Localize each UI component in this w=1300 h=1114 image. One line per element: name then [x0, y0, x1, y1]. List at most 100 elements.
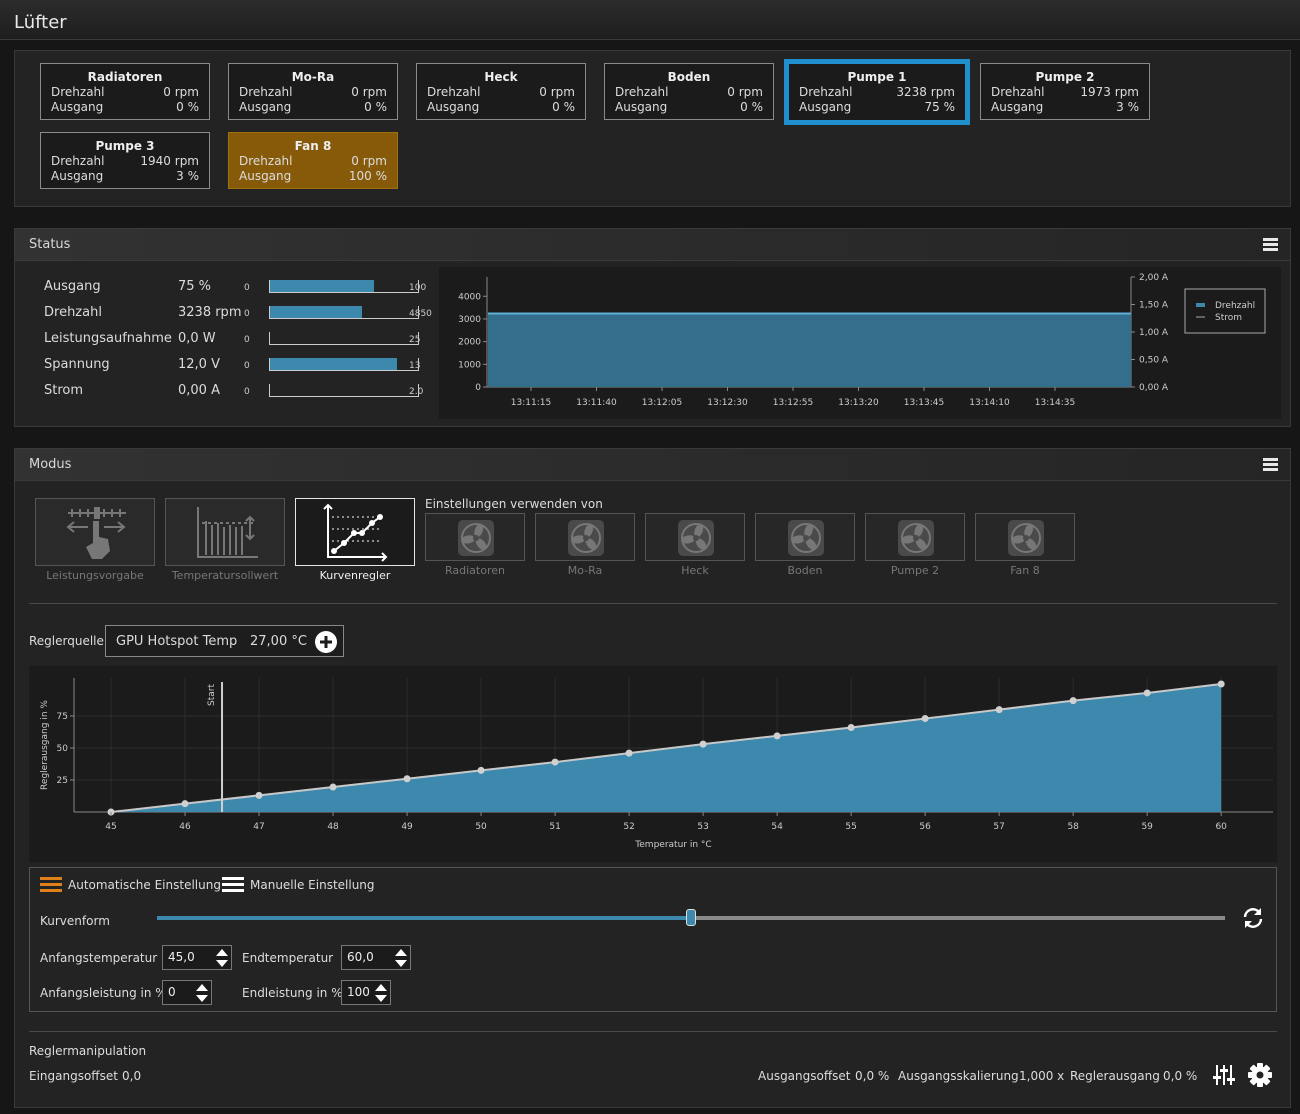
fan-name: Fan 8 [294, 139, 332, 153]
status-label: Ausgang [44, 279, 101, 294]
status-bar [269, 306, 419, 319]
end-power-input[interactable] [347, 985, 371, 999]
curve-point[interactable] [921, 715, 929, 723]
y2-tick-label: 2,00 A [1139, 273, 1169, 283]
settings-source-boden[interactable] [755, 513, 855, 561]
status-title: Status [29, 237, 71, 252]
curve-point[interactable] [995, 706, 1003, 714]
out-offset-label: Ausgangsoffset [758, 1069, 851, 1083]
fan-tile-pumpe-1[interactable]: Pumpe 1 Drehzahl 3238 rpm Ausgang 75 % [784, 59, 970, 125]
out-scale-value: 1,000 x [1019, 1069, 1065, 1083]
kurvenform-slider-thumb[interactable] [686, 909, 696, 926]
modus-menu-icon[interactable] [1263, 458, 1278, 471]
speed-value: 0 rpm [351, 154, 387, 168]
curve-point[interactable] [181, 800, 189, 808]
status-value: 12,0 V [178, 357, 220, 372]
curve-point[interactable] [699, 740, 707, 748]
curve-point[interactable] [255, 791, 263, 799]
curve-point[interactable] [1069, 697, 1077, 705]
fan-name: Radiatoren [87, 70, 163, 84]
curve-point[interactable] [773, 732, 781, 740]
end-power-spinbox[interactable] [341, 980, 391, 1005]
window-title: Lüfter [14, 12, 67, 33]
mode-kurvenregler-button[interactable] [295, 498, 415, 566]
curve-point[interactable] [847, 724, 855, 732]
gear-icon[interactable] [1247, 1062, 1273, 1088]
start-power-spinbox[interactable] [162, 980, 212, 1005]
status-bar-fill [270, 358, 398, 370]
manual-settings-tab[interactable]: Manuelle Einstellung [250, 878, 375, 892]
regler-source-label: Reglerquelle [29, 634, 104, 648]
mode-temperatursollwert-button[interactable] [165, 498, 285, 566]
end-temp-spinbox[interactable] [341, 945, 411, 970]
fan-tile-fan-8[interactable]: Fan 8 Drehzahl 0 rpm Ausgang 100 % [228, 132, 398, 189]
settings-source-heck[interactable] [645, 513, 745, 561]
status-bar [269, 384, 419, 397]
output-label: Ausgang [51, 100, 104, 114]
end-temp-input[interactable] [347, 950, 387, 964]
start-temp-spinbox[interactable] [162, 945, 232, 970]
spin-arrows-icon[interactable] [395, 948, 407, 968]
mode-leistungsvorgabe-button[interactable] [35, 498, 155, 566]
output-label: Ausgang [615, 100, 668, 114]
curve-point[interactable] [403, 775, 411, 783]
settings-source-fan-8[interactable] [975, 513, 1075, 561]
curve-chart-svg: 45 46 47 48 49 50 51 52 53 54 55 56 57 58 59 60 75 50 25 Te… [40, 678, 1273, 850]
regler-source-selector[interactable]: GPU Hotspot Temp 27,00 °C [105, 625, 344, 657]
sliders-icon[interactable] [1212, 1063, 1236, 1087]
speed-value: 0 rpm [163, 85, 199, 99]
start-power-input[interactable] [168, 985, 192, 999]
fan-tile-heck[interactable]: Heck Drehzahl 0 rpm Ausgang 0 % [416, 63, 586, 120]
status-label: Strom [44, 383, 84, 398]
spin-arrows-icon[interactable] [196, 983, 208, 1003]
x-tick-label: 13:12:05 [642, 398, 682, 408]
end-power-label: Endleistung in % [242, 986, 343, 1000]
fan-tile-pumpe-3[interactable]: Pumpe 3 Drehzahl 1940 rpm Ausgang 3 % [40, 132, 210, 189]
speed-label: Drehzahl [239, 85, 293, 99]
curve-point[interactable] [551, 758, 559, 766]
settings-source-label: Radiatoren [445, 564, 505, 577]
y-tick-label: 25 [57, 776, 68, 786]
bar-min: 0 [244, 283, 250, 293]
y2-tick-label: 0,50 A [1139, 356, 1169, 366]
speed-value: 3238 rpm [896, 85, 955, 99]
curve-chart: 45 46 47 48 49 50 51 52 53 54 55 56 57 58 59 60 75 50 25 Te… [29, 666, 1277, 862]
spin-arrows-icon[interactable] [375, 983, 387, 1003]
y-tick-label: 0 [475, 383, 481, 393]
in-offset-value: 0,0 [122, 1069, 142, 1083]
fan-name: Pumpe 2 [1035, 70, 1095, 84]
settings-source-mo-ra[interactable] [535, 513, 635, 561]
fan-tile-pumpe-2[interactable]: Pumpe 2 Drehzahl 1973 rpm Ausgang 3 % [980, 63, 1150, 120]
status-value: 3238 rpm [178, 305, 242, 320]
curve-point[interactable] [625, 749, 633, 757]
add-source-icon[interactable] [314, 630, 338, 654]
curve-point[interactable] [1143, 689, 1151, 697]
spin-arrows-icon[interactable] [216, 948, 228, 968]
settings-source-pumpe-2[interactable] [865, 513, 965, 561]
refresh-icon[interactable] [1241, 906, 1265, 930]
curve-point[interactable] [1217, 680, 1225, 688]
settings-source-radiatoren[interactable] [425, 513, 525, 561]
auto-settings-tab[interactable]: Automatische Einstellung [68, 878, 221, 892]
settings-source-label: Pumpe 2 [890, 564, 940, 577]
kurvenform-slider-track[interactable] [157, 909, 1225, 926]
start-temp-input[interactable] [168, 950, 208, 964]
fan-icon [1008, 520, 1044, 556]
fan-tile-radiatoren[interactable]: Radiatoren Drehzahl 0 rpm Ausgang 0 % [40, 63, 210, 120]
fan-tile-mo-ra[interactable]: Mo-Ra Drehzahl 0 rpm Ausgang 0 % [228, 63, 398, 120]
settings-source-label: Fan 8 [1010, 564, 1040, 577]
fan-tile-boden[interactable]: Boden Drehzahl 0 rpm Ausgang 0 % [604, 63, 774, 120]
status-chart: 4000 3000 2000 1000 0 2,00 A 1,50 A 1,00 A 0,50 … [439, 267, 1281, 419]
speed-label: Drehzahl [239, 154, 293, 168]
status-value: 75 % [178, 279, 212, 294]
status-bar-fill [270, 306, 363, 318]
curve-point[interactable] [477, 766, 485, 774]
status-bar [269, 358, 419, 371]
fan-name: Pumpe 3 [95, 139, 155, 153]
x-tick-label: 58 [1067, 822, 1079, 832]
status-menu-icon[interactable] [1263, 238, 1278, 251]
legend-swatch-drehzahl [1196, 303, 1205, 307]
curve-point[interactable] [329, 783, 337, 791]
y-tick-label: 75 [57, 712, 68, 722]
status-label: Drehzahl [44, 305, 102, 320]
